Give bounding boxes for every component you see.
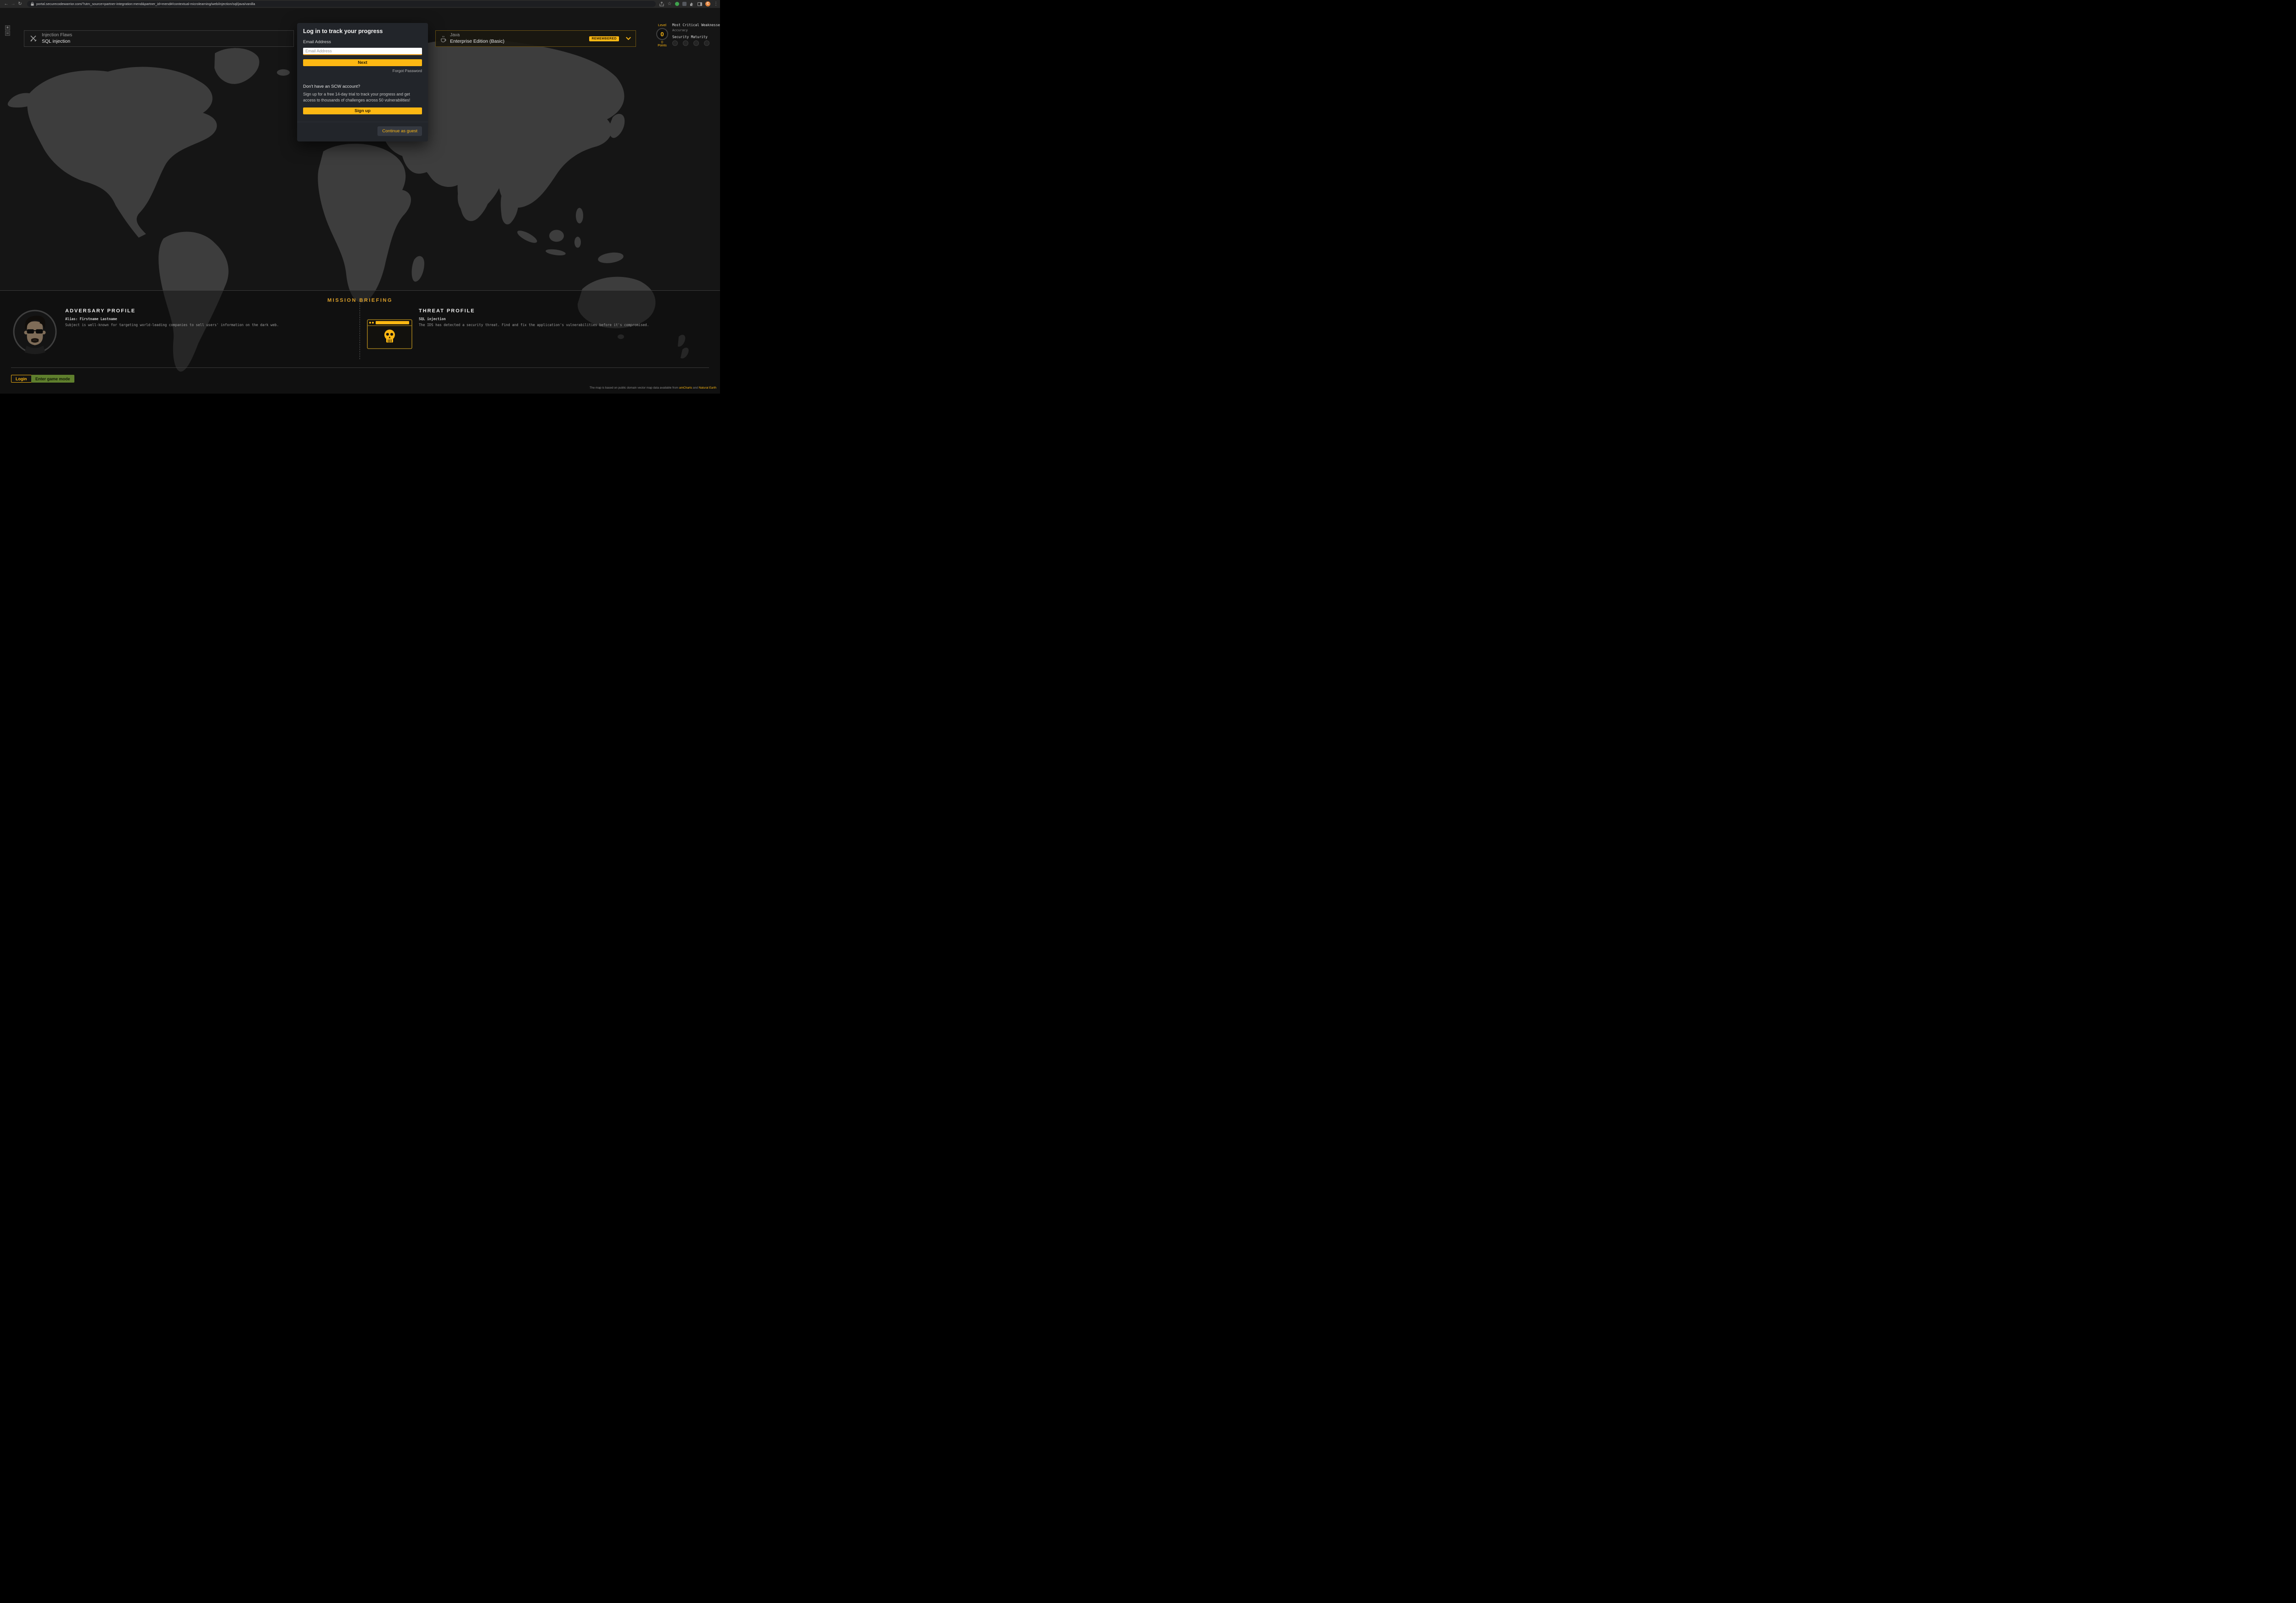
signup-button[interactable]: Sign up (303, 107, 422, 114)
threat-description: The IDS has detected a security threat. … (419, 323, 676, 328)
signup-heading: Don't have an SCW account? (303, 84, 422, 89)
puzzle-extensions-icon[interactable] (690, 2, 694, 6)
threat-heading: THREAT PROFILE (419, 308, 676, 314)
level-widget: Level 0 0 Points (656, 23, 668, 47)
language-selector[interactable]: Java Enterprise Edition (Basic) REMEMBER… (435, 30, 636, 47)
login-button[interactable]: Login (11, 375, 32, 383)
accuracy-label: Accuracy (672, 28, 720, 32)
share-icon[interactable] (659, 2, 664, 6)
padlock-icon (31, 2, 34, 6)
threat-skull-illustration (367, 319, 413, 352)
points-label: Points (658, 44, 666, 47)
maturity-badge (704, 40, 709, 46)
modal-title: Log in to track your progress (297, 23, 428, 37)
weaknesses-widget: Most Critical Weaknesses Accuracy Securi… (672, 23, 720, 47)
footer-divider (11, 367, 709, 368)
back-button[interactable]: ← (3, 0, 10, 8)
maturity-badges (672, 40, 720, 46)
points-value: 0 (661, 41, 663, 44)
url-text: portal.securecodewarrior.com/?utm_source… (36, 2, 255, 6)
adversary-description: Subject is well-known for targeting worl… (65, 323, 322, 328)
adversary-alias: Alias: Firstname Lastname (65, 317, 322, 321)
extension-icon[interactable] (682, 2, 687, 6)
threat-profile: THREAT PROFILE SQL injection The IDS has… (419, 308, 676, 328)
framework-name: Enterprise Edition (Basic) (450, 39, 504, 45)
forgot-password-link[interactable]: Forgot Password (303, 68, 422, 73)
maturity-label: Security Maturity (672, 35, 720, 39)
reload-button[interactable]: ↻ (17, 0, 23, 8)
attribution-text: The map is based on public domain vector… (590, 386, 678, 389)
zoom-out-button[interactable]: − (5, 31, 10, 36)
weaknesses-title: Most Critical Weaknesses (672, 23, 720, 27)
forward-button[interactable]: → (10, 0, 17, 8)
adversary-heading: ADVERSARY PROFILE (65, 308, 322, 314)
email-label: Email Address (303, 40, 422, 45)
modal-body: Email Address Next Forgot Password Don't… (297, 37, 428, 114)
briefing-divider (0, 290, 720, 291)
threat-name: SQL injection (419, 317, 676, 321)
language-name: Java (450, 33, 504, 39)
modal-footer: Continue as guest (297, 122, 428, 141)
side-panel-icon[interactable] (698, 2, 702, 6)
attribution-and: and (693, 386, 698, 389)
map-attribution: The map is based on public domain vector… (590, 386, 716, 389)
adversary-avatar (12, 309, 57, 354)
maturity-badge (693, 40, 699, 46)
zoom-in-button[interactable]: + (5, 25, 10, 30)
mission-briefing-title: MISSION BRIEFING (0, 298, 720, 303)
signup-text: Sign up for a free 14-day trial to track… (303, 91, 422, 103)
email-field[interactable] (303, 48, 422, 55)
maturity-badge (683, 40, 688, 46)
level-label: Level (658, 23, 666, 27)
address-bar[interactable]: portal.securecodewarrior.com/?utm_source… (27, 1, 656, 7)
next-button[interactable]: Next (303, 59, 422, 66)
enter-game-mode-button[interactable]: Enter game mode (31, 375, 74, 383)
map-zoom-controls: + − (5, 25, 10, 36)
java-icon (440, 35, 446, 42)
attribution-link-1[interactable]: amCharts (679, 386, 692, 389)
chevron-down-icon[interactable] (626, 37, 631, 40)
player-stats: Level 0 0 Points Most Critical Weaknesse… (656, 23, 719, 47)
maturity-badge (672, 40, 678, 46)
category-panel[interactable]: Injection Flaws SQL injection (24, 30, 294, 47)
toolbar-actions: ☆ C ⋮ (659, 0, 717, 8)
continue-as-guest-button[interactable]: Continue as guest (377, 126, 422, 136)
adversary-profile: ADVERSARY PROFILE Alias: Firstname Lastn… (65, 308, 322, 328)
remembered-badge: REMEMBERED (589, 36, 619, 41)
browser-toolbar: ← → ↻ portal.securecodewarrior.com/?utm_… (0, 0, 720, 8)
browser-menu-icon[interactable]: ⋮ (714, 0, 717, 8)
profile-avatar[interactable]: C (705, 1, 710, 6)
bookmark-star-icon[interactable]: ☆ (667, 0, 672, 8)
crossed-swords-icon (30, 35, 37, 42)
language-text: Java Enterprise Edition (Basic) (450, 33, 504, 45)
page: ← → ↻ portal.securecodewarrior.com/?utm_… (0, 0, 720, 394)
extension-icon-green[interactable] (675, 2, 679, 6)
level-value: 0 (656, 28, 668, 40)
attribution-link-2[interactable]: Natural Earth (699, 386, 716, 389)
login-modal: Log in to track your progress Email Addr… (297, 23, 428, 141)
subcategory-name: SQL injection (42, 39, 72, 45)
category-text: Injection Flaws SQL injection (42, 33, 72, 45)
category-name: Injection Flaws (42, 33, 72, 39)
